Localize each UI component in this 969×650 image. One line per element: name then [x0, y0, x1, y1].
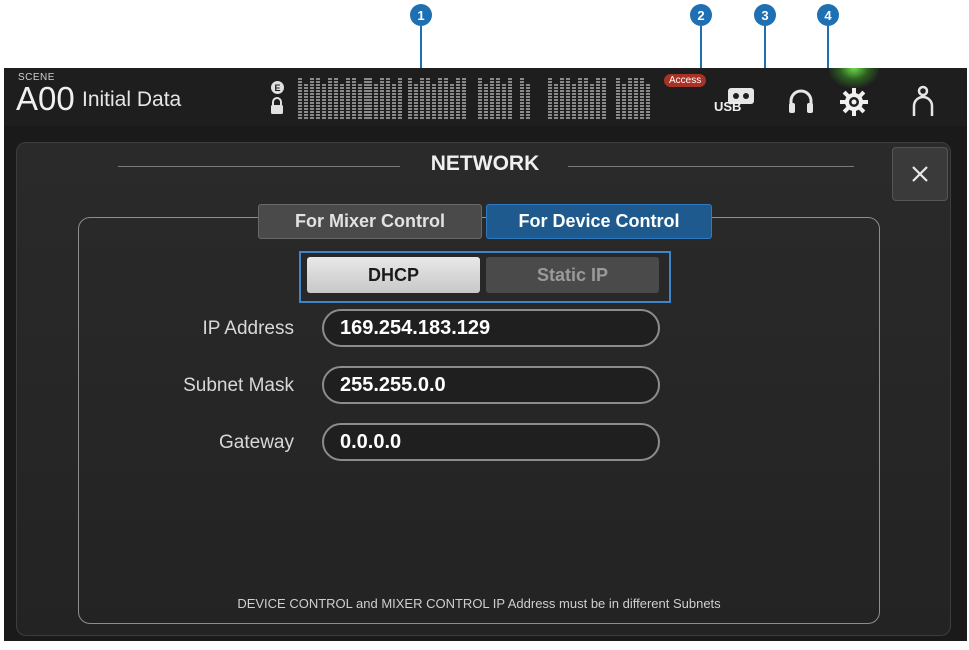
meter-bar	[298, 78, 302, 120]
close-icon	[912, 166, 928, 182]
gateway-label: Gateway	[219, 432, 294, 453]
meter-bar	[566, 78, 570, 120]
meter-bar	[584, 78, 588, 120]
meter-bar	[380, 78, 384, 120]
access-badge: Access	[664, 74, 707, 87]
meter-bar	[450, 84, 454, 120]
usb-label: USB	[714, 99, 742, 114]
meter-bar	[560, 78, 564, 120]
callout-2-number: 2	[697, 7, 705, 23]
callout-1-number: 1	[417, 7, 425, 23]
headphones-icon[interactable]	[786, 86, 816, 116]
meter-bar	[548, 78, 552, 120]
close-button[interactable]	[892, 147, 948, 201]
meter-bar	[596, 78, 600, 120]
meter-bar	[478, 78, 482, 120]
gear-icon[interactable]	[838, 86, 870, 118]
meter-bar	[554, 84, 558, 120]
meter-bar	[374, 84, 378, 120]
meter-bar	[310, 78, 314, 120]
meter-bar	[634, 78, 638, 120]
ip-address-field[interactable]: 169.254.183.129	[322, 309, 660, 347]
meter-bar	[520, 78, 524, 120]
meter-bar	[578, 78, 582, 120]
static-ip-button[interactable]: Static IP	[486, 257, 659, 293]
meter-bar	[398, 78, 402, 120]
meter-bar	[420, 78, 424, 120]
meter-bar	[358, 84, 362, 120]
title-rule-right	[568, 166, 854, 167]
meter-bar	[490, 78, 494, 120]
scene-title[interactable]: Initial Data	[82, 88, 181, 112]
callout-4-number: 4	[824, 7, 832, 23]
callout-2-marker: 2	[690, 4, 712, 26]
callout-3-marker: 3	[754, 4, 776, 26]
meter-bar	[328, 78, 332, 120]
dhcp-button[interactable]: DHCP	[307, 257, 480, 293]
tab-for-mixer-control[interactable]: For Mixer Control	[258, 204, 482, 239]
meter-bar	[496, 78, 500, 120]
meter-bar	[426, 78, 430, 120]
gateway-field[interactable]: 0.0.0.0	[322, 423, 660, 461]
title-rule-left	[118, 166, 400, 167]
meter-bar	[340, 84, 344, 120]
subnet-mask-field[interactable]: 255.255.0.0	[322, 366, 660, 404]
scene-number[interactable]: A00	[16, 80, 75, 118]
subnet-mask-label: Subnet Mask	[183, 375, 294, 396]
e-badge-icon: E	[271, 81, 284, 94]
e-badge-letter: E	[274, 82, 281, 93]
meter-bar	[334, 78, 338, 120]
meter-bar	[628, 78, 632, 120]
meter-bar	[386, 78, 390, 120]
usb-icon[interactable]: USB	[714, 85, 758, 119]
meter-bar	[444, 78, 448, 120]
meter-bar	[408, 78, 412, 120]
meter-bar	[304, 84, 308, 120]
meter-bar	[316, 78, 320, 120]
meter-bar	[322, 84, 326, 120]
meter-bar	[616, 78, 620, 120]
meter-bar	[622, 84, 626, 120]
meter-bar	[462, 78, 466, 120]
meter-bar	[352, 78, 356, 120]
gear-glow	[829, 68, 879, 88]
meter-bar	[572, 84, 576, 120]
tab-for-device-control[interactable]: For Device Control	[486, 204, 712, 239]
meter-bar	[590, 84, 594, 120]
subnet-note: DEVICE CONTROL and MIXER CONTROL IP Addr…	[237, 596, 721, 611]
user-icon[interactable]	[910, 84, 936, 118]
meter-bar	[456, 78, 460, 120]
meter-bar	[526, 84, 530, 120]
meter-bar	[484, 84, 488, 120]
meter-bar	[602, 78, 606, 120]
meter-bar	[646, 84, 650, 120]
meter-bar	[432, 84, 436, 120]
level-meter-bridge	[298, 78, 652, 120]
callout-3-number: 3	[761, 7, 769, 23]
ip-address-label: IP Address	[202, 318, 294, 339]
meter-bar	[640, 78, 644, 120]
callout-4-marker: 4	[817, 4, 839, 26]
callout-1-marker: 1	[410, 4, 432, 26]
page-title: NETWORK	[430, 152, 540, 175]
meter-bar	[346, 78, 350, 120]
meter-bar	[438, 78, 442, 120]
meter-bar	[368, 78, 372, 120]
meter-bar	[502, 84, 506, 120]
lock-icon	[271, 97, 283, 114]
meter-bar	[392, 84, 396, 120]
meter-bar	[508, 78, 512, 120]
meter-bar	[414, 84, 418, 120]
